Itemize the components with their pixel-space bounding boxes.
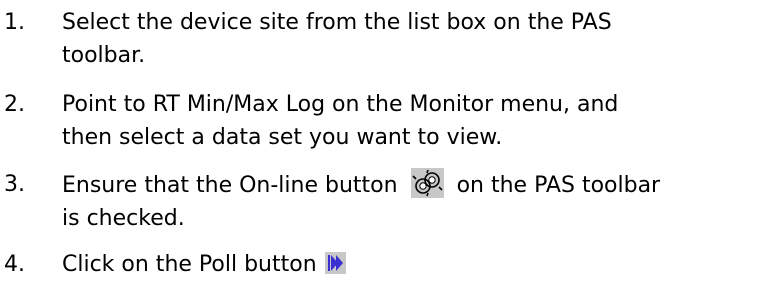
step-number: 1.: [4, 10, 25, 35]
online-icon: [410, 168, 444, 198]
step-number: 4.: [4, 252, 25, 277]
step-text: Select the device site from the list box…: [62, 6, 612, 72]
step-text-before-icon: Ensure that the On-line button: [62, 173, 398, 198]
step-text-line: Point to RT Min/Max Log on the Monitor m…: [62, 92, 619, 117]
step-text-line: Click on the Poll button: [62, 248, 352, 281]
instruction-steps: 1. Select the device site from the list …: [0, 0, 768, 284]
step-text-before-icon: Click on the Poll button: [62, 252, 317, 277]
step-text: Click on the Poll button: [62, 248, 352, 281]
step-number: 2.: [4, 92, 25, 117]
poll-icon: [324, 252, 346, 274]
step-text-line: toolbar.: [62, 43, 146, 68]
step-text: Point to RT Min/Max Log on the Monitor m…: [62, 88, 618, 154]
step-text-line: is checked.: [62, 206, 185, 231]
step-text-line: then select a data set you want to view.: [62, 125, 503, 150]
step-text-line: Ensure that the On-line button on the PA…: [62, 168, 660, 202]
step-text: Ensure that the On-line button on the PA…: [62, 168, 660, 235]
step-text-line: Select the device site from the list box…: [62, 10, 612, 35]
step-text-after-icon: on the PAS toolbar: [456, 173, 661, 198]
step-number: 3.: [4, 172, 25, 197]
